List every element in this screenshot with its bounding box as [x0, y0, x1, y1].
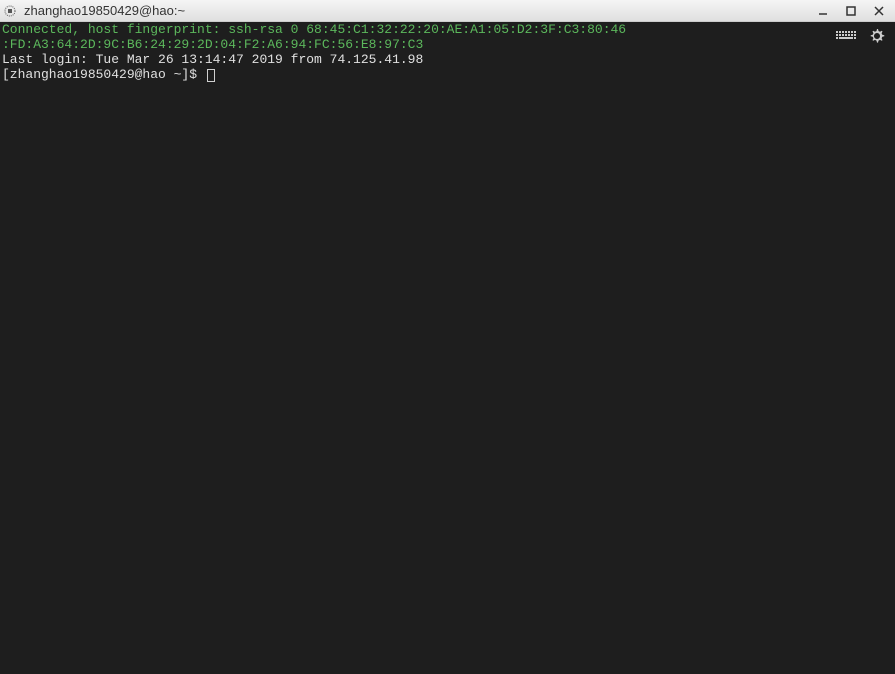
window-title: zhanghao19850429@hao:~: [24, 3, 809, 18]
fingerprint-line-1: Connected, host fingerprint: ssh-rsa 0 6…: [2, 22, 626, 37]
gear-icon[interactable]: [869, 28, 885, 44]
app-icon: [2, 3, 18, 19]
keyboard-icon[interactable]: [835, 29, 857, 43]
close-button[interactable]: [865, 1, 893, 21]
terminal-area[interactable]: Connected, host fingerprint: ssh-rsa 0 6…: [0, 22, 895, 674]
terminal-toolbar: [835, 28, 885, 44]
terminal-window: zhanghao19850429@hao:~: [0, 0, 895, 674]
terminal-content: Connected, host fingerprint: ssh-rsa 0 6…: [0, 22, 895, 82]
fingerprint-line-2: :FD:A3:64:2D:9C:B6:24:29:2D:04:F2:A6:94:…: [2, 37, 423, 52]
last-login-line: Last login: Tue Mar 26 13:14:47 2019 fro…: [2, 52, 423, 67]
window-controls: [809, 1, 893, 21]
minimize-button[interactable]: [809, 1, 837, 21]
shell-prompt: [zhanghao19850429@hao ~]$: [2, 67, 205, 82]
cursor: [207, 69, 215, 82]
maximize-button[interactable]: [837, 1, 865, 21]
titlebar: zhanghao19850429@hao:~: [0, 0, 895, 22]
